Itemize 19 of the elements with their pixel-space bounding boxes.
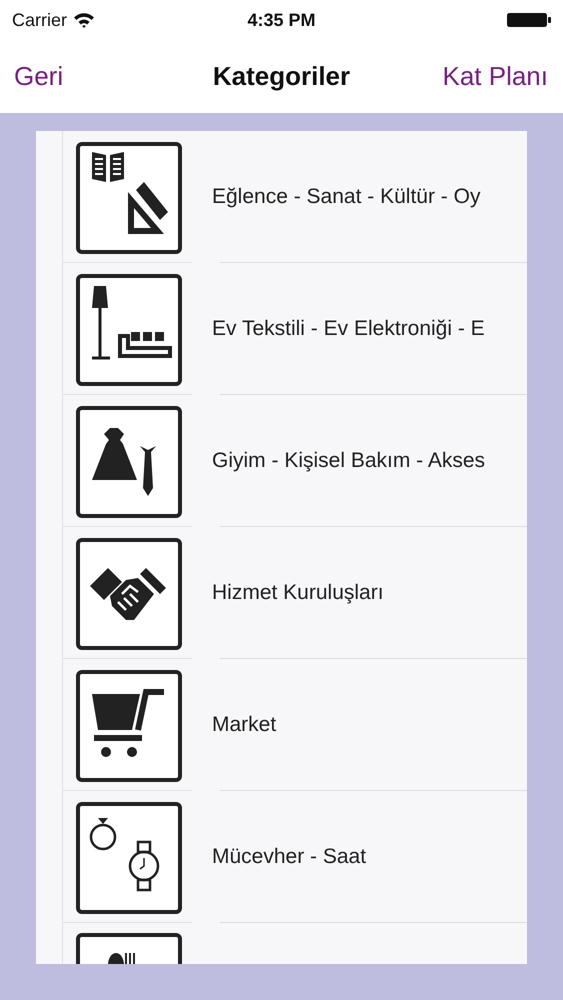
screen-title: Kategoriler xyxy=(212,61,350,91)
carrier-label: Carrier xyxy=(12,10,68,30)
category-label[interactable]: Eğlence - Sanat - Kültür - Oy xyxy=(212,185,480,209)
shopping-cart-icon xyxy=(76,670,182,782)
wifi-icon xyxy=(73,12,96,28)
category-label[interactable]: Hizmet Kuruluşları xyxy=(212,581,384,605)
ring-and-watch-icon xyxy=(76,802,182,914)
category-label[interactable]: Market xyxy=(212,713,276,737)
handshake-icon xyxy=(76,538,182,650)
category-label[interactable]: Giyim - Kişisel Bakım - Akses xyxy=(212,449,486,473)
back-button[interactable]: Geri xyxy=(14,61,64,92)
floor-plan-button[interactable]: Kat Planı xyxy=(442,61,548,92)
dress-and-tie-icon xyxy=(76,406,182,518)
category-label[interactable]: Mücevher - Saat xyxy=(212,845,366,869)
battery-icon xyxy=(507,12,551,28)
category-label[interactable]: Ev Tekstili - Ev Elektroniği - E xyxy=(212,317,485,341)
book-and-set-square-icon xyxy=(76,142,182,254)
lamp-and-sofa-icon xyxy=(76,274,182,386)
clock-time: 4:35 PM xyxy=(247,10,316,30)
